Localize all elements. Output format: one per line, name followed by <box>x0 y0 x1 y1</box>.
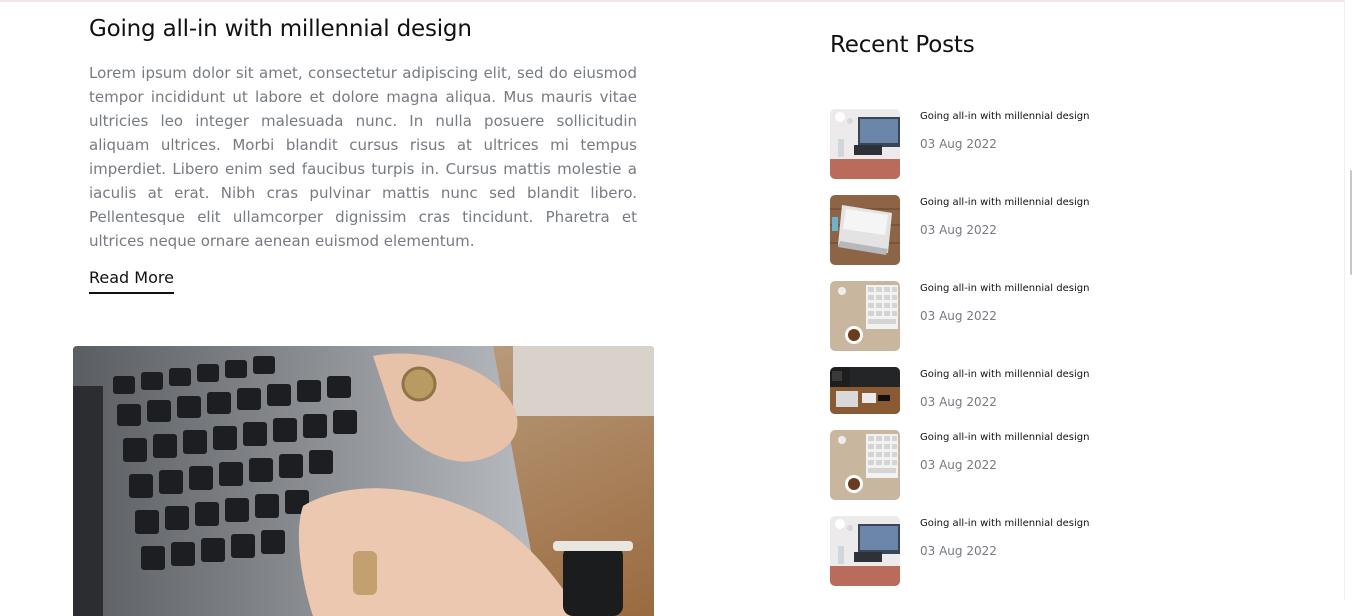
recent-posts-list: Going all-in with millennial design 03 A… <box>830 0 1150 600</box>
recent-post-title[interactable]: Going all-in with millennial design <box>920 197 1089 208</box>
recent-post-date: 03 Aug 2022 <box>920 223 997 237</box>
recent-post-thumbnail[interactable] <box>830 195 900 265</box>
recent-post-thumbnail[interactable] <box>830 430 900 500</box>
recent-post-title[interactable]: Going all-in with millennial design <box>920 432 1089 443</box>
recent-post-title[interactable]: Going all-in with millennial design <box>920 518 1089 529</box>
read-more-link[interactable]: Read More <box>89 268 174 294</box>
recent-post-title[interactable]: Going all-in with millennial design <box>920 369 1089 380</box>
recent-post-date: 03 Aug 2022 <box>920 458 997 472</box>
recent-post-date: 03 Aug 2022 <box>920 309 997 323</box>
recent-post-title[interactable]: Going all-in with millennial design <box>920 283 1089 294</box>
post-excerpt: Lorem ipsum dolor sit amet, consectetur … <box>89 64 637 250</box>
post-image-laptop-typing[interactable] <box>73 346 654 616</box>
recent-post-thumbnail[interactable] <box>830 109 900 179</box>
recent-post-thumbnail[interactable] <box>830 516 900 586</box>
recent-post-title[interactable]: Going all-in with millennial design <box>920 111 1089 122</box>
recent-post-thumbnail[interactable] <box>830 281 900 351</box>
recent-post-date: 03 Aug 2022 <box>920 137 997 151</box>
post-title[interactable]: Going all-in with millennial design <box>89 16 472 42</box>
recent-post-date: 03 Aug 2022 <box>920 395 997 409</box>
page-scrollbar-track[interactable] <box>1344 0 1352 600</box>
recent-post-thumbnail[interactable] <box>830 367 900 414</box>
recent-post-date: 03 Aug 2022 <box>920 544 997 558</box>
